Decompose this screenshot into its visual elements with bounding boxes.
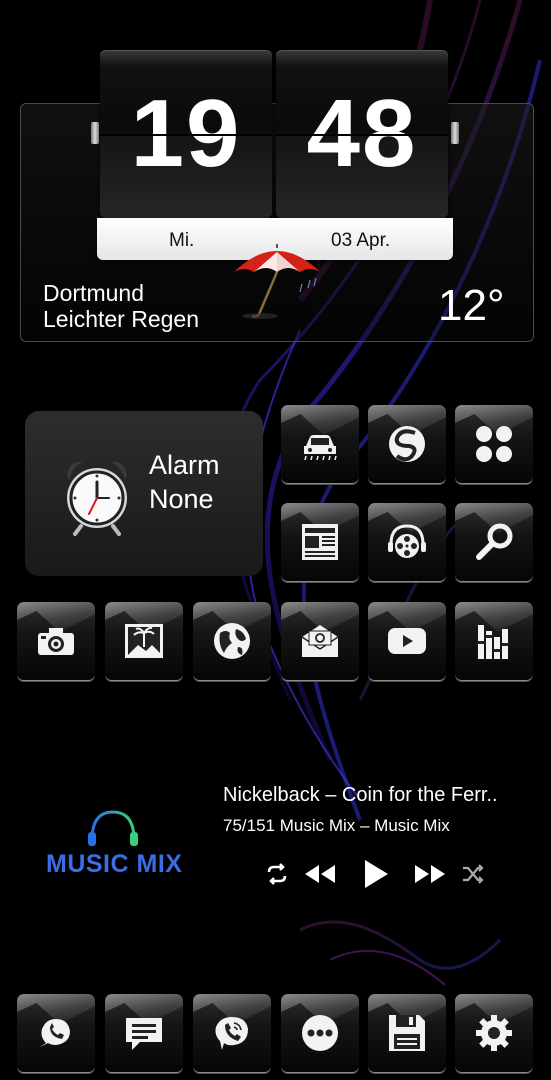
alarm-title: Alarm xyxy=(149,450,220,480)
swiftkey-icon xyxy=(389,426,425,462)
alarm-text: Alarm None xyxy=(149,448,220,516)
alarm-value: None xyxy=(149,484,214,514)
four-dots-icon xyxy=(476,426,512,462)
dock-whatsapp[interactable] xyxy=(17,994,95,1073)
film-headphones-icon xyxy=(388,524,426,558)
weather-location: Dortmund Leichter Regen xyxy=(43,280,199,332)
app-equalizer[interactable] xyxy=(455,602,533,681)
app-swiftkey[interactable] xyxy=(368,405,446,484)
app-browser[interactable] xyxy=(193,602,271,681)
app-gallery[interactable] xyxy=(105,602,183,681)
gallery-icon xyxy=(125,624,163,658)
app-youtube[interactable] xyxy=(368,602,446,681)
dock-app-drawer[interactable] xyxy=(281,994,359,1073)
app-news[interactable] xyxy=(281,503,359,582)
track-title[interactable]: Nickelback – Coin for the Ferr.. xyxy=(223,784,498,807)
rewind-icon[interactable] xyxy=(303,862,337,886)
app-search-tool[interactable] xyxy=(455,503,533,582)
app-email[interactable] xyxy=(281,602,359,681)
clock-date: 03 Apr. xyxy=(331,230,391,251)
app-car-wash[interactable] xyxy=(281,405,359,484)
globe-icon xyxy=(214,623,250,659)
clock-day: Mi. xyxy=(169,230,195,251)
clock-hinge-left xyxy=(91,122,99,144)
youtube-icon xyxy=(388,628,426,654)
fast-forward-icon[interactable] xyxy=(413,862,447,886)
alarm-clock-icon xyxy=(67,461,127,536)
clock-hinge-right xyxy=(451,122,459,144)
equalizer-icon xyxy=(477,625,509,659)
camera-icon xyxy=(38,628,74,655)
alarm-widget[interactable]: Alarm None xyxy=(25,411,263,576)
weather-city: Dortmund xyxy=(43,280,144,306)
app-four-dots[interactable] xyxy=(455,405,533,484)
clock-minutes: 48 xyxy=(276,50,448,218)
weather-temperature: 12° xyxy=(438,281,505,330)
settings-gear-icon xyxy=(476,1015,512,1051)
dock-save[interactable] xyxy=(368,994,446,1073)
dock-settings[interactable] xyxy=(455,994,533,1073)
umbrella-rain-icon xyxy=(234,244,320,319)
play-icon[interactable] xyxy=(362,858,390,890)
car-wash-icon xyxy=(304,435,337,460)
dock-messages[interactable] xyxy=(105,994,183,1073)
app-drawer-icon xyxy=(302,1015,338,1051)
app-video-player[interactable] xyxy=(368,503,446,582)
wrench-search-icon xyxy=(476,523,513,560)
flip-clock[interactable]: 19 48 Mi. 03 Apr. xyxy=(91,50,459,262)
clock-hours: 19 xyxy=(100,50,272,218)
weather-condition: Leichter Regen xyxy=(43,306,199,332)
newspaper-icon xyxy=(302,524,338,560)
dock-viber[interactable] xyxy=(193,994,271,1073)
track-queue: 75/151 Music Mix – Music Mix xyxy=(223,816,450,835)
app-camera[interactable] xyxy=(17,602,95,681)
music-mix-logo-text: MUSIC MIX xyxy=(46,850,183,878)
music-mix-logo xyxy=(88,810,138,852)
viber-icon xyxy=(215,1017,248,1050)
repeat-icon[interactable] xyxy=(265,862,289,886)
whatsapp-icon xyxy=(40,1019,70,1047)
email-icon xyxy=(301,625,339,657)
save-floppy-icon xyxy=(389,1015,425,1051)
shuffle-icon[interactable] xyxy=(461,862,485,886)
messages-icon xyxy=(126,1018,162,1050)
